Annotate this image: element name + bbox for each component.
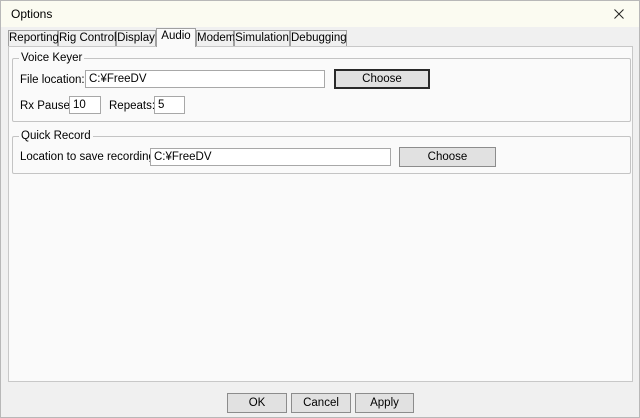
quick-record-choose-button[interactable]: Choose <box>399 147 496 167</box>
file-location-input[interactable] <box>85 70 325 88</box>
tab-simulation[interactable]: Simulation <box>234 30 290 46</box>
dialog-footer: OK Cancel Apply <box>1 385 639 417</box>
save-location-input[interactable] <box>150 148 391 166</box>
options-dialog: Options Reporting Rig Control Display Au… <box>0 0 640 418</box>
title-bar: Options <box>1 1 639 27</box>
tab-rig-control[interactable]: Rig Control <box>58 30 117 46</box>
close-button[interactable] <box>599 1 639 27</box>
tab-modem[interactable]: Modem <box>196 30 235 46</box>
ok-button[interactable]: OK <box>227 393 287 413</box>
tab-reporting[interactable]: Reporting <box>8 30 59 46</box>
rx-pause-input[interactable] <box>69 96 101 114</box>
file-location-label: File location: <box>20 74 85 86</box>
save-location-label: Location to save recordings: <box>20 151 164 163</box>
window-title: Options <box>11 7 53 21</box>
tab-audio[interactable]: Audio <box>156 28 196 47</box>
repeats-input[interactable] <box>154 96 185 114</box>
tab-strip: Reporting Rig Control Display Audio Mode… <box>8 28 633 47</box>
voice-keyer-group-label: Voice Keyer <box>19 51 85 65</box>
repeats-label: Repeats: <box>109 100 156 112</box>
tab-debugging[interactable]: Debugging <box>290 30 347 46</box>
voice-keyer-group: Voice Keyer File location: Choose Rx Pau… <box>12 51 631 122</box>
rx-pause-label: Rx Pause: <box>20 100 74 112</box>
cancel-button[interactable]: Cancel <box>291 393 351 413</box>
voice-keyer-choose-button[interactable]: Choose <box>334 69 430 89</box>
quick-record-group-label: Quick Record <box>19 129 93 143</box>
apply-button[interactable]: Apply <box>355 393 414 413</box>
close-icon <box>614 9 624 19</box>
tab-display[interactable]: Display <box>116 30 156 46</box>
audio-tab-panel: Voice Keyer File location: Choose Rx Pau… <box>8 46 633 382</box>
quick-record-group: Quick Record Location to save recordings… <box>12 129 631 174</box>
